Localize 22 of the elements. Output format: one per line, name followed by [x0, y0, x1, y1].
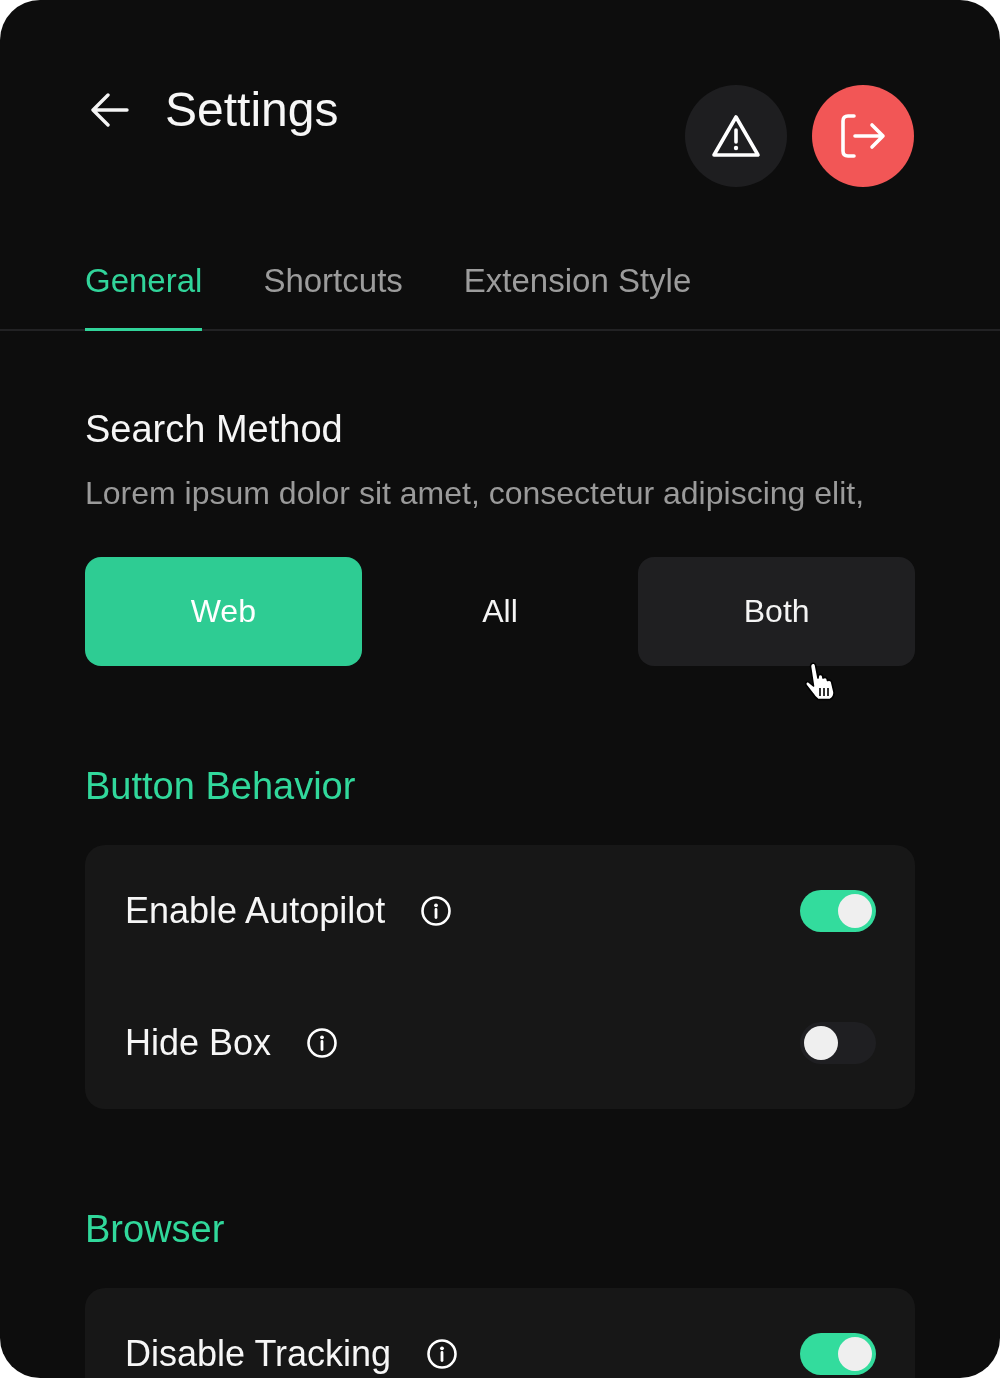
tab[interactable]: Shortcuts	[263, 261, 403, 331]
section-title: Search Method	[85, 407, 344, 452]
setting-label: Hide Box	[125, 1022, 272, 1064]
info-icon[interactable]	[421, 896, 452, 926]
back-arrow-icon[interactable]	[91, 93, 129, 127]
warning-icon	[711, 114, 761, 158]
logout-icon	[840, 114, 886, 158]
tab[interactable]: General	[85, 261, 203, 331]
tab[interactable]: Extension Style	[463, 261, 692, 331]
section-description: Lorem ipsum dolor sit amet, consectetur adipiscing elit,	[85, 474, 865, 513]
info-icon[interactable]	[427, 1339, 458, 1369]
search-method-option[interactable]: All	[361, 557, 639, 666]
section-title: Button Behavior	[85, 764, 357, 809]
toggle-switch[interactable]	[800, 1333, 876, 1375]
setting-label: Enable Autopilot	[125, 890, 386, 932]
hand-cursor-icon	[803, 661, 838, 701]
setting-label: Disable Tracking	[125, 1333, 392, 1375]
page-title: Settings	[165, 85, 339, 135]
section-title: Browser	[85, 1207, 226, 1252]
toggle-switch[interactable]	[800, 1022, 876, 1064]
toggle-switch[interactable]	[800, 890, 876, 932]
info-icon[interactable]	[307, 1028, 338, 1058]
